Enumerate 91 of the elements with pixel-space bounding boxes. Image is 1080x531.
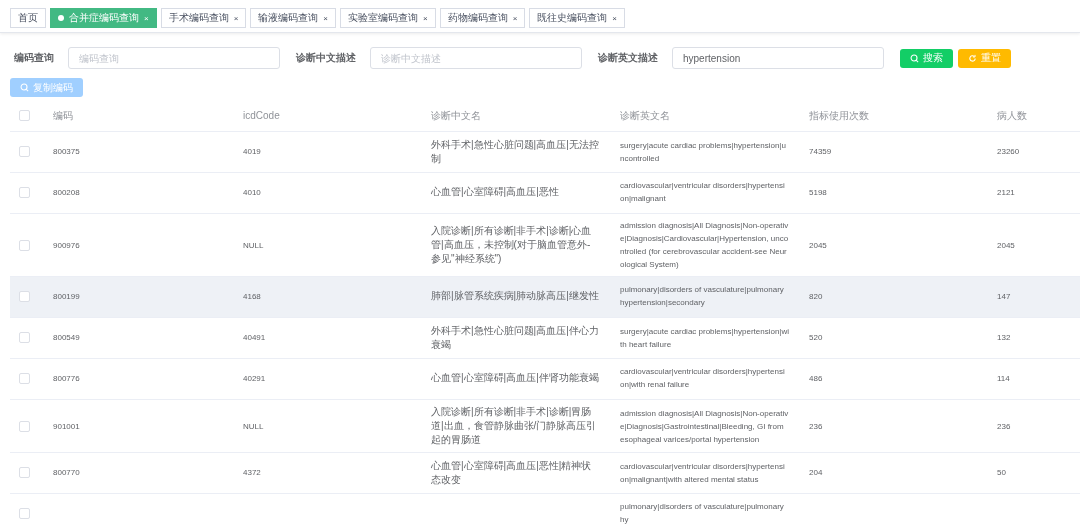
table-cell: cardiovascular|ventricular disorders|hypertension|with renal failure: [620, 367, 785, 389]
table-cell: 50: [997, 468, 1006, 477]
table-cell: 2045: [809, 240, 827, 250]
table-cell: 4372: [243, 468, 261, 477]
table-cell: NULL: [243, 240, 264, 250]
active-dot-icon: [58, 15, 64, 21]
tab-label: 手术编码查询: [168, 11, 229, 25]
page-tab[interactable]: 药物编码查询 ×: [439, 8, 526, 28]
page-tab[interactable]: 输液编码查询 ×: [250, 8, 336, 28]
table-cell: 2121: [997, 187, 1015, 197]
table-cell: 800208: [53, 187, 80, 197]
tab-label: 既往史编码查询: [537, 11, 608, 25]
column-header: 病人数: [997, 110, 1027, 122]
refresh-icon: [968, 53, 977, 63]
table-cell: 236: [809, 421, 823, 431]
checkbox[interactable]: [19, 467, 30, 478]
column-header: 诊断英文名: [620, 110, 670, 122]
close-icon[interactable]: ×: [612, 13, 618, 23]
table-cell: 800375: [53, 147, 80, 156]
checkbox[interactable]: [19, 507, 30, 519]
checkbox[interactable]: [19, 110, 30, 122]
table-cell: 外科手术|急性心脏问题|高血压|伴心力衰竭: [431, 324, 599, 350]
table-cell: 132: [997, 333, 1011, 342]
table-cell: cardiovascular|ventricular disorders|hypertension|malignant|with altered mental status: [620, 461, 785, 484]
table-cell: pulmonary|disorders of vasculature|pulmonary hypertension|secondary: [620, 285, 784, 307]
table-cell: admission diagnosis|All Diagnosis|Non-operative|Diagnosis|Cardiovascular|Hypertension, uncontrolled (for cerebrovascular accident-see Neurological System): [620, 221, 789, 269]
page-tab[interactable]: 首页: [10, 8, 46, 28]
table-cell: surgery|acute cardiac problems|hypertension|with heart failure: [620, 326, 789, 349]
table-cell: 820: [809, 291, 823, 301]
column-header: icdCode: [243, 110, 280, 122]
checkbox[interactable]: [19, 372, 30, 384]
page-tab[interactable]: 既往史编码查询 ×: [529, 8, 626, 28]
tab-label: 输液编码查询: [258, 11, 319, 25]
search-field[interactable]: hypertension: [672, 47, 884, 69]
tab-label: 实验室编码查询: [348, 11, 418, 25]
close-icon[interactable]: ×: [233, 13, 239, 23]
checkbox[interactable]: [19, 239, 30, 251]
page-tab[interactable]: 手术编码查询 ×: [160, 8, 247, 28]
table-cell: 40491: [243, 333, 266, 342]
field-label: 诊断英文描述: [598, 51, 658, 65]
table-cell: 2045: [997, 240, 1015, 250]
table-cell: pulmonary|disorders of vasculature|pulmonary hy: [620, 502, 784, 524]
column-header: 诊断中文名: [431, 110, 481, 122]
search-icon: [20, 83, 29, 92]
table-cell: 入院诊断|所有诊断|非手术|诊断|胃肠道|出血，食管静脉曲张/门静脉高压引起的胃肠道: [431, 406, 597, 445]
page-tab[interactable]: 实验室编码查询 ×: [340, 8, 436, 28]
table-cell: 外科手术|急性心脏问题|高血压|无法控制: [431, 138, 599, 164]
close-icon[interactable]: ×: [323, 13, 328, 23]
table-cell: 147: [997, 291, 1011, 301]
checkbox[interactable]: [19, 186, 30, 198]
table-cell: 901001: [53, 421, 80, 431]
tab-label: 合并症编码查询: [69, 11, 139, 25]
table-cell: surgery|acute cardiac problems|hypertension|uncontrolled: [620, 140, 786, 163]
field-label: 诊断中文描述: [296, 51, 356, 65]
close-icon[interactable]: ×: [423, 13, 428, 23]
table-cell: 800776: [53, 373, 80, 383]
table-cell: 4010: [243, 187, 261, 197]
table-cell: 40291: [243, 373, 266, 383]
table-cell: admission diagnosis|All Diagnosis|Non-operative|Diagnosis|Gastrointestinal|Bleeding, GI from esophageal varices/portal hypertension: [620, 408, 789, 444]
table-cell: 23260: [997, 147, 1020, 156]
table-cell: 204: [809, 468, 823, 477]
table-cell: 心血管|心室障碍|高血压|恶性: [431, 186, 559, 197]
table-cell: 520: [809, 333, 823, 342]
checkbox[interactable]: [19, 290, 30, 302]
tab-label: 首页: [18, 11, 38, 25]
field-label: 编码查询: [14, 51, 54, 65]
table-cell: 4168: [243, 291, 261, 301]
column-header: 指标使用次数: [809, 110, 869, 122]
table-cell: 236: [997, 421, 1011, 431]
search-icon: [910, 53, 919, 63]
checkbox[interactable]: [19, 332, 30, 343]
table-cell: 114: [997, 373, 1010, 383]
table-cell: 5198: [809, 187, 827, 197]
table-cell: 4019: [243, 147, 261, 156]
table-cell: 心血管|心室障碍|高血压|恶性|精神状态改变: [431, 459, 592, 485]
table-cell: NULL: [243, 421, 264, 431]
table-cell: 800199: [53, 291, 80, 301]
table-cell: 800770: [53, 468, 80, 477]
table-cell: 入院诊断|所有诊断|非手术|诊断|心血管|高血压，未控制(对于脑血管意外-参见"神经系统"): [431, 225, 592, 264]
checkbox[interactable]: [19, 146, 30, 157]
table-cell: 心血管|心室障碍|高血压|伴肾功能衰竭: [431, 372, 599, 383]
table-cell: 800549: [53, 333, 80, 342]
column-header: 编码: [53, 110, 73, 122]
tab-label: 药物编码查询: [447, 11, 508, 25]
table-cell: 486: [809, 373, 823, 383]
table-cell: 900976: [53, 240, 80, 250]
checkbox[interactable]: [19, 420, 30, 432]
table-cell: cardiovascular|ventricular disorders|hypertension|malignant: [620, 181, 785, 203]
table-cell: 74359: [809, 147, 832, 156]
table-cell: 肺部|脉管系统疾病|肺动脉高压|继发性: [431, 290, 599, 301]
close-icon[interactable]: ×: [512, 13, 518, 23]
